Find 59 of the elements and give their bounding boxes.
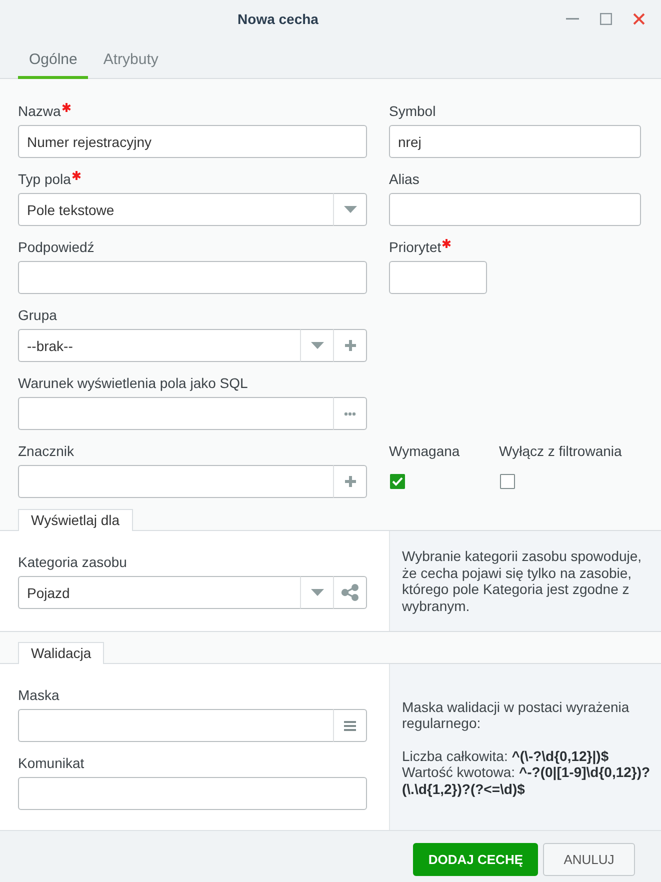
field-label: Symbol <box>389 103 436 119</box>
field-label: Nazwa <box>18 103 61 119</box>
maximize-icon <box>600 13 612 25</box>
minimize-icon <box>566 18 579 20</box>
section-title: Wyświetlaj dla <box>18 509 133 531</box>
field-label: Znacznik <box>18 443 74 459</box>
add-button[interactable] <box>333 465 367 498</box>
field-label: Kategoria zasobu <box>18 554 127 570</box>
text-field[interactable] <box>18 777 367 810</box>
field-label: Grupa <box>18 307 57 323</box>
checkbox[interactable] <box>500 474 515 489</box>
submit-button[interactable]: DODAJ CECHĘ <box>413 843 538 876</box>
field-label: Typ pola <box>18 171 71 187</box>
window-title: Nowa cecha <box>236 11 320 27</box>
help-text: Wybranie kategorii zasobu spowoduje, że cecha pojawi się tylko na zasobie, którego pole Kategoria jest zgodne z wybranym. <box>402 548 643 614</box>
close-icon <box>632 13 644 25</box>
dropdown-button[interactable] <box>333 193 367 226</box>
checkbox[interactable] <box>390 474 405 489</box>
cancel-button[interactable]: ANULUJ <box>543 843 635 876</box>
text-field[interactable] <box>18 709 333 742</box>
help-text: Liczba całkowita: ^(\-?\d{0,12}|)$ <box>402 748 610 764</box>
tab[interactable]: Atrybuty <box>92 43 170 79</box>
field-label: Komunikat <box>18 755 84 771</box>
plus-icon <box>344 476 356 487</box>
field-label: Maska <box>18 687 60 703</box>
ellipsis-icon <box>344 412 356 416</box>
text-field[interactable] <box>18 397 333 430</box>
select-field[interactable]: Pojazd <box>18 576 300 609</box>
text-field[interactable] <box>389 193 641 226</box>
checkbox-label: Wymagana <box>389 443 460 459</box>
field-label: Podpowiedź <box>18 239 94 255</box>
checkbox-label: Wyłącz z filtrowania <box>499 443 622 459</box>
more-button[interactable] <box>333 397 367 430</box>
help-text: Wartość kwotowa: ^-?(0|[1-9]\d{0,12})?(\.\d{1,2})?(?<=\d)$ <box>402 764 652 798</box>
text-field[interactable]: Numer rejestracyjny <box>18 125 367 158</box>
list-icon <box>344 720 356 730</box>
tab[interactable]: Ogólne <box>18 43 88 79</box>
field-label: Priorytet <box>389 239 442 255</box>
text-field[interactable] <box>18 261 367 294</box>
add-button[interactable] <box>333 329 367 362</box>
field-label: Alias <box>389 171 420 187</box>
text-field[interactable] <box>18 465 333 498</box>
select-field[interactable]: Pole tekstowe <box>18 193 333 226</box>
help-text: Maska walidacji w postaci wyrażenia regularnego: <box>402 698 630 732</box>
plus-icon <box>344 340 356 351</box>
caret-icon <box>310 589 324 596</box>
list-button[interactable] <box>333 709 367 742</box>
field-label: Warunek wyświetlenia pola jako SQL <box>18 375 248 391</box>
caret-icon <box>310 342 324 349</box>
checkmark-icon <box>392 477 403 486</box>
dropdown-button[interactable] <box>300 576 333 609</box>
dropdown-button[interactable] <box>300 329 333 362</box>
text-field[interactable]: nrej <box>389 125 641 158</box>
share-button[interactable] <box>333 576 367 609</box>
select-field[interactable]: --brak-- <box>18 329 300 362</box>
share-icon <box>341 584 359 601</box>
text-field[interactable] <box>389 261 487 294</box>
section-title: Walidacja <box>18 642 104 664</box>
caret-icon <box>344 206 356 213</box>
